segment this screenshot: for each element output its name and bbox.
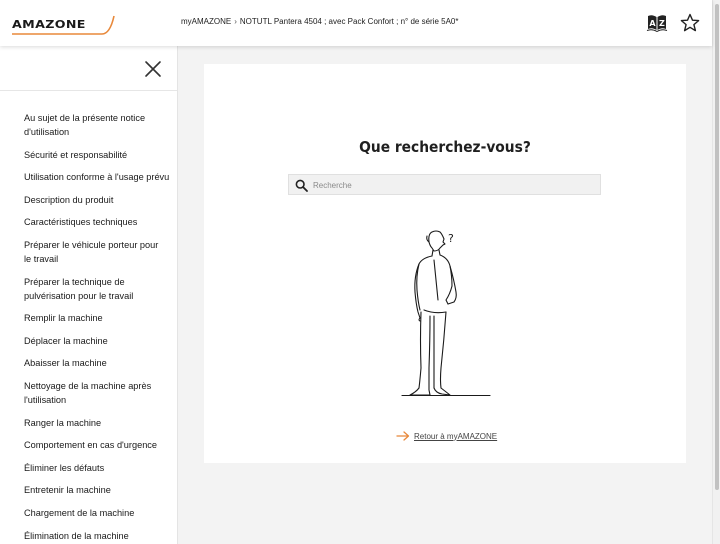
- breadcrumb-home[interactable]: myAMAZONE: [181, 17, 231, 26]
- sidebar-item[interactable]: Abaisser la machine: [24, 356, 167, 370]
- sidebar-item[interactable]: Déplacer la machine: [24, 334, 167, 348]
- sidebar-item[interactable]: Caractéristiques techniques: [24, 215, 167, 229]
- back-link-label: Retour à myAMAZONE: [414, 431, 498, 441]
- sidebar-item[interactable]: Nettoyage de la machine après l'utilisat…: [24, 379, 167, 407]
- sidebar-item[interactable]: Préparer la technique de pulvérisation p…: [24, 275, 167, 303]
- search-icon: [295, 179, 308, 192]
- sidebar-item[interactable]: Préparer le véhicule porteur pour le tra…: [24, 238, 167, 266]
- star-icon: [680, 13, 700, 32]
- amazone-logo[interactable]: AMAZONE: [10, 12, 118, 38]
- scrollbar-thumb[interactable]: [715, 4, 719, 490]
- sidebar-item[interactable]: Comportement en cas d'urgence: [24, 438, 167, 452]
- breadcrumb: myAMAZONE › NOTUTL Pantera 4504 ; avec Pac…: [181, 17, 458, 26]
- breadcrumb-current: NOTUTL Pantera 4504 ; avec Pack Confort …: [239, 17, 459, 26]
- sidebar-item[interactable]: Ranger la machine: [24, 416, 167, 430]
- back-to-myamazone-link[interactable]: Retour à myAMAZONE: [396, 431, 497, 441]
- sidebar-item[interactable]: Chargement de la machine: [24, 506, 167, 520]
- page-title: Que recherchez-vous?: [359, 138, 531, 156]
- sidebar-nav: Au sujet de la présente notice d'utilisa…: [0, 91, 177, 543]
- sidebar-item[interactable]: Entretenir la machine: [24, 483, 167, 497]
- logo-text: AMAZONE: [12, 18, 86, 31]
- sidebar-item[interactable]: Éliminer les défauts: [24, 461, 167, 475]
- search-box[interactable]: [288, 174, 601, 195]
- sidebar-item[interactable]: Au sujet de la présente notice d'utilisa…: [24, 111, 167, 139]
- search-panel: Que recherchez-vous? Recherche ? Retour …: [204, 64, 686, 463]
- sidebar: Au sujet de la présente notice d'utilisa…: [0, 46, 178, 544]
- sidebar-item[interactable]: Sécurité et responsabilité: [24, 148, 167, 162]
- sidebar-item[interactable]: Utilisation conforme à l'usage prévu: [24, 170, 169, 184]
- page-scrollbar[interactable]: [712, 0, 720, 544]
- dictionary-icon: A Z: [646, 15, 668, 33]
- favorite-button[interactable]: [679, 12, 701, 34]
- header: AMAZONE myAMAZONE › NOTUTL Pantera 4504 ; …: [0, 0, 712, 46]
- thinking-person-illustration: ?: [401, 230, 491, 396]
- search-input[interactable]: [313, 177, 593, 193]
- sidebar-item[interactable]: Description du produit: [24, 193, 167, 207]
- question-mark: ?: [448, 232, 454, 245]
- close-button[interactable]: [144, 60, 162, 78]
- dictionary-button[interactable]: A Z: [646, 12, 668, 34]
- close-icon: [145, 61, 161, 77]
- breadcrumb-separator: ›: [234, 17, 237, 26]
- sidebar-item[interactable]: Remplir la machine: [24, 311, 167, 325]
- arrow-right-icon: [396, 431, 410, 441]
- svg-text:A: A: [649, 19, 656, 28]
- sidebar-item[interactable]: Élimination de la machine: [24, 529, 167, 543]
- svg-text:Z: Z: [659, 19, 665, 28]
- sidebar-header: [0, 46, 177, 91]
